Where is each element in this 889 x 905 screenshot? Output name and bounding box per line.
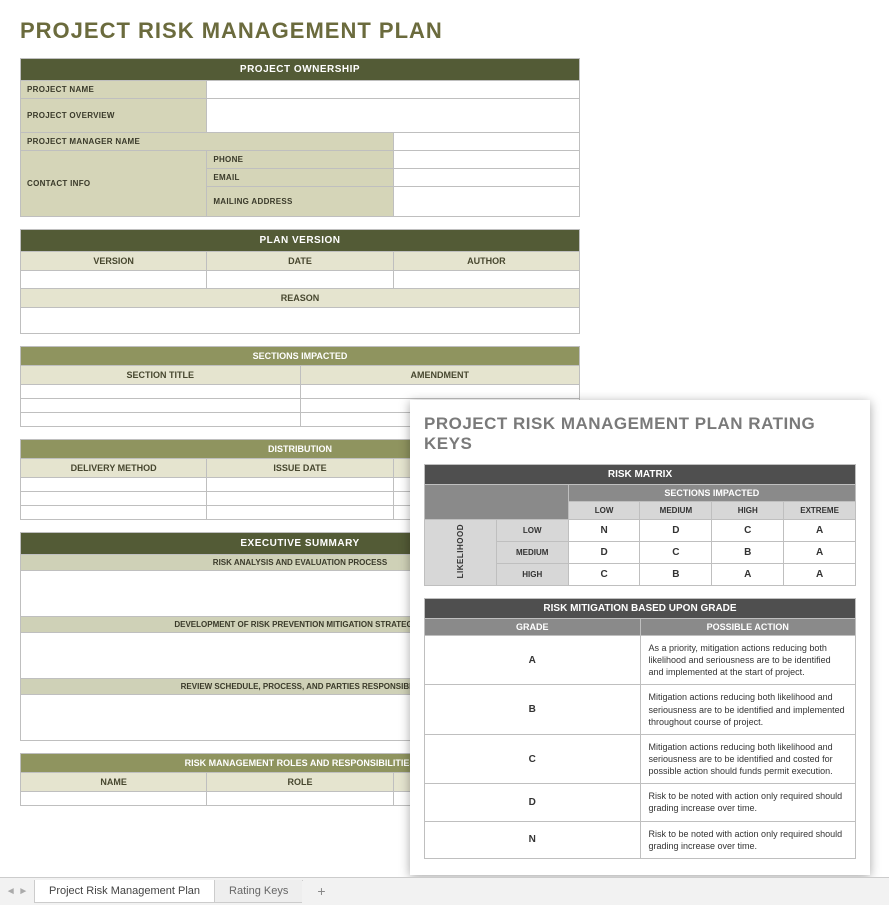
table-row[interactable] [21, 478, 207, 492]
action-cell: Mitigation actions reducing both likelih… [640, 734, 856, 783]
plan-version-table: PLAN VERSION VERSION DATE AUTHOR REASON [20, 229, 580, 334]
contact-info-label: CONTACT INFO [21, 151, 207, 217]
matrix-cell: A [712, 564, 784, 586]
tab-project-risk-plan[interactable]: Project Risk Management Plan [34, 880, 215, 903]
grade-cell: C [425, 734, 641, 783]
project-name-label: PROJECT NAME [21, 81, 207, 99]
table-row[interactable] [207, 478, 393, 492]
grade-cell: B [425, 685, 641, 734]
matrix-cell: A [784, 520, 856, 542]
email-label: EMAIL [207, 169, 393, 187]
version-field[interactable] [21, 271, 207, 289]
matrix-cell: D [640, 520, 712, 542]
matrix-col-low: LOW [568, 502, 640, 520]
project-name-field[interactable] [207, 81, 580, 99]
sections-impacted-group: SECTIONS IMPACTED [568, 485, 855, 502]
reason-field[interactable] [21, 308, 580, 334]
table-row[interactable] [21, 792, 207, 806]
table-row[interactable] [21, 399, 301, 413]
delivery-method-col: DELIVERY METHOD [21, 459, 207, 478]
matrix-cell: A [784, 542, 856, 564]
risk-matrix-table: RISK MATRIX SECTIONS IMPACTED LOW MEDIUM… [424, 464, 856, 586]
section-title-col: SECTION TITLE [21, 366, 301, 385]
likelihood-group: LIKELIHOOD [456, 524, 465, 578]
matrix-row-low: LOW [496, 520, 568, 542]
phone-label: PHONE [207, 151, 393, 169]
matrix-cell: D [568, 542, 640, 564]
risk-matrix-header: RISK MATRIX [425, 465, 856, 485]
project-manager-label: PROJECT MANAGER NAME [21, 133, 394, 151]
ownership-header: PROJECT OWNERSHIP [21, 59, 580, 81]
date-col: DATE [207, 252, 393, 271]
project-ownership-table: PROJECT OWNERSHIP PROJECT NAME PROJECT O… [20, 58, 580, 217]
action-col: POSSIBLE ACTION [640, 619, 856, 636]
overlay-title: PROJECT RISK MANAGEMENT PLAN RATING KEYS [424, 414, 856, 454]
date-field[interactable] [207, 271, 393, 289]
table-row[interactable] [21, 385, 301, 399]
email-field[interactable] [393, 169, 579, 187]
matrix-col-medium: MEDIUM [640, 502, 712, 520]
mitigation-table: RISK MITIGATION BASED UPON GRADE GRADE P… [424, 598, 856, 859]
matrix-cell: C [712, 520, 784, 542]
matrix-cell: C [568, 564, 640, 586]
tab-rating-keys[interactable]: Rating Keys [214, 880, 303, 903]
project-overview-field[interactable] [207, 99, 580, 133]
rating-keys-card: PROJECT RISK MANAGEMENT PLAN RATING KEYS… [410, 400, 870, 875]
table-row[interactable] [207, 492, 393, 506]
table-row[interactable] [207, 792, 393, 806]
matrix-cell: B [640, 564, 712, 586]
sections-impacted-header: SECTIONS IMPACTED [21, 347, 580, 366]
matrix-row-high: HIGH [496, 564, 568, 586]
amendment-col: AMENDMENT [300, 366, 580, 385]
phone-field[interactable] [393, 151, 579, 169]
project-overview-label: PROJECT OVERVIEW [21, 99, 207, 133]
table-row[interactable] [21, 413, 301, 427]
project-manager-field[interactable] [393, 133, 579, 151]
grade-cell: A [425, 636, 641, 685]
matrix-cell: N [568, 520, 640, 542]
grade-cell: N [425, 821, 641, 858]
table-row[interactable] [21, 492, 207, 506]
table-row[interactable] [300, 385, 580, 399]
sheet-tab-bar: ◄ ► Project Risk Management Plan Rating … [0, 877, 889, 905]
action-cell: Mitigation actions reducing both likelih… [640, 685, 856, 734]
reason-label: REASON [21, 289, 580, 308]
matrix-cell: A [784, 564, 856, 586]
action-cell: Risk to be noted with action only requir… [640, 784, 856, 821]
matrix-cell: B [712, 542, 784, 564]
action-cell: As a priority, mitigation actions reduci… [640, 636, 856, 685]
version-col: VERSION [21, 252, 207, 271]
issue-date-col: ISSUE DATE [207, 459, 393, 478]
tab-nav-arrows[interactable]: ◄ ► [0, 886, 34, 897]
matrix-cell: C [640, 542, 712, 564]
table-row[interactable] [207, 506, 393, 520]
tab-add[interactable]: + [302, 881, 332, 903]
name-col: NAME [21, 773, 207, 792]
grade-cell: D [425, 784, 641, 821]
matrix-col-high: HIGH [712, 502, 784, 520]
matrix-col-extreme: EXTREME [784, 502, 856, 520]
plan-version-header: PLAN VERSION [21, 230, 580, 252]
role-col: ROLE [207, 773, 393, 792]
matrix-row-medium: MEDIUM [496, 542, 568, 564]
mailing-label: MAILING ADDRESS [207, 187, 393, 217]
page-title: PROJECT RISK MANAGEMENT PLAN [20, 18, 580, 44]
mitigation-header: RISK MITIGATION BASED UPON GRADE [425, 599, 856, 619]
grade-col: GRADE [425, 619, 641, 636]
author-col: AUTHOR [393, 252, 579, 271]
table-row[interactable] [21, 506, 207, 520]
mailing-field[interactable] [393, 187, 579, 217]
action-cell: Risk to be noted with action only requir… [640, 821, 856, 858]
author-field[interactable] [393, 271, 579, 289]
